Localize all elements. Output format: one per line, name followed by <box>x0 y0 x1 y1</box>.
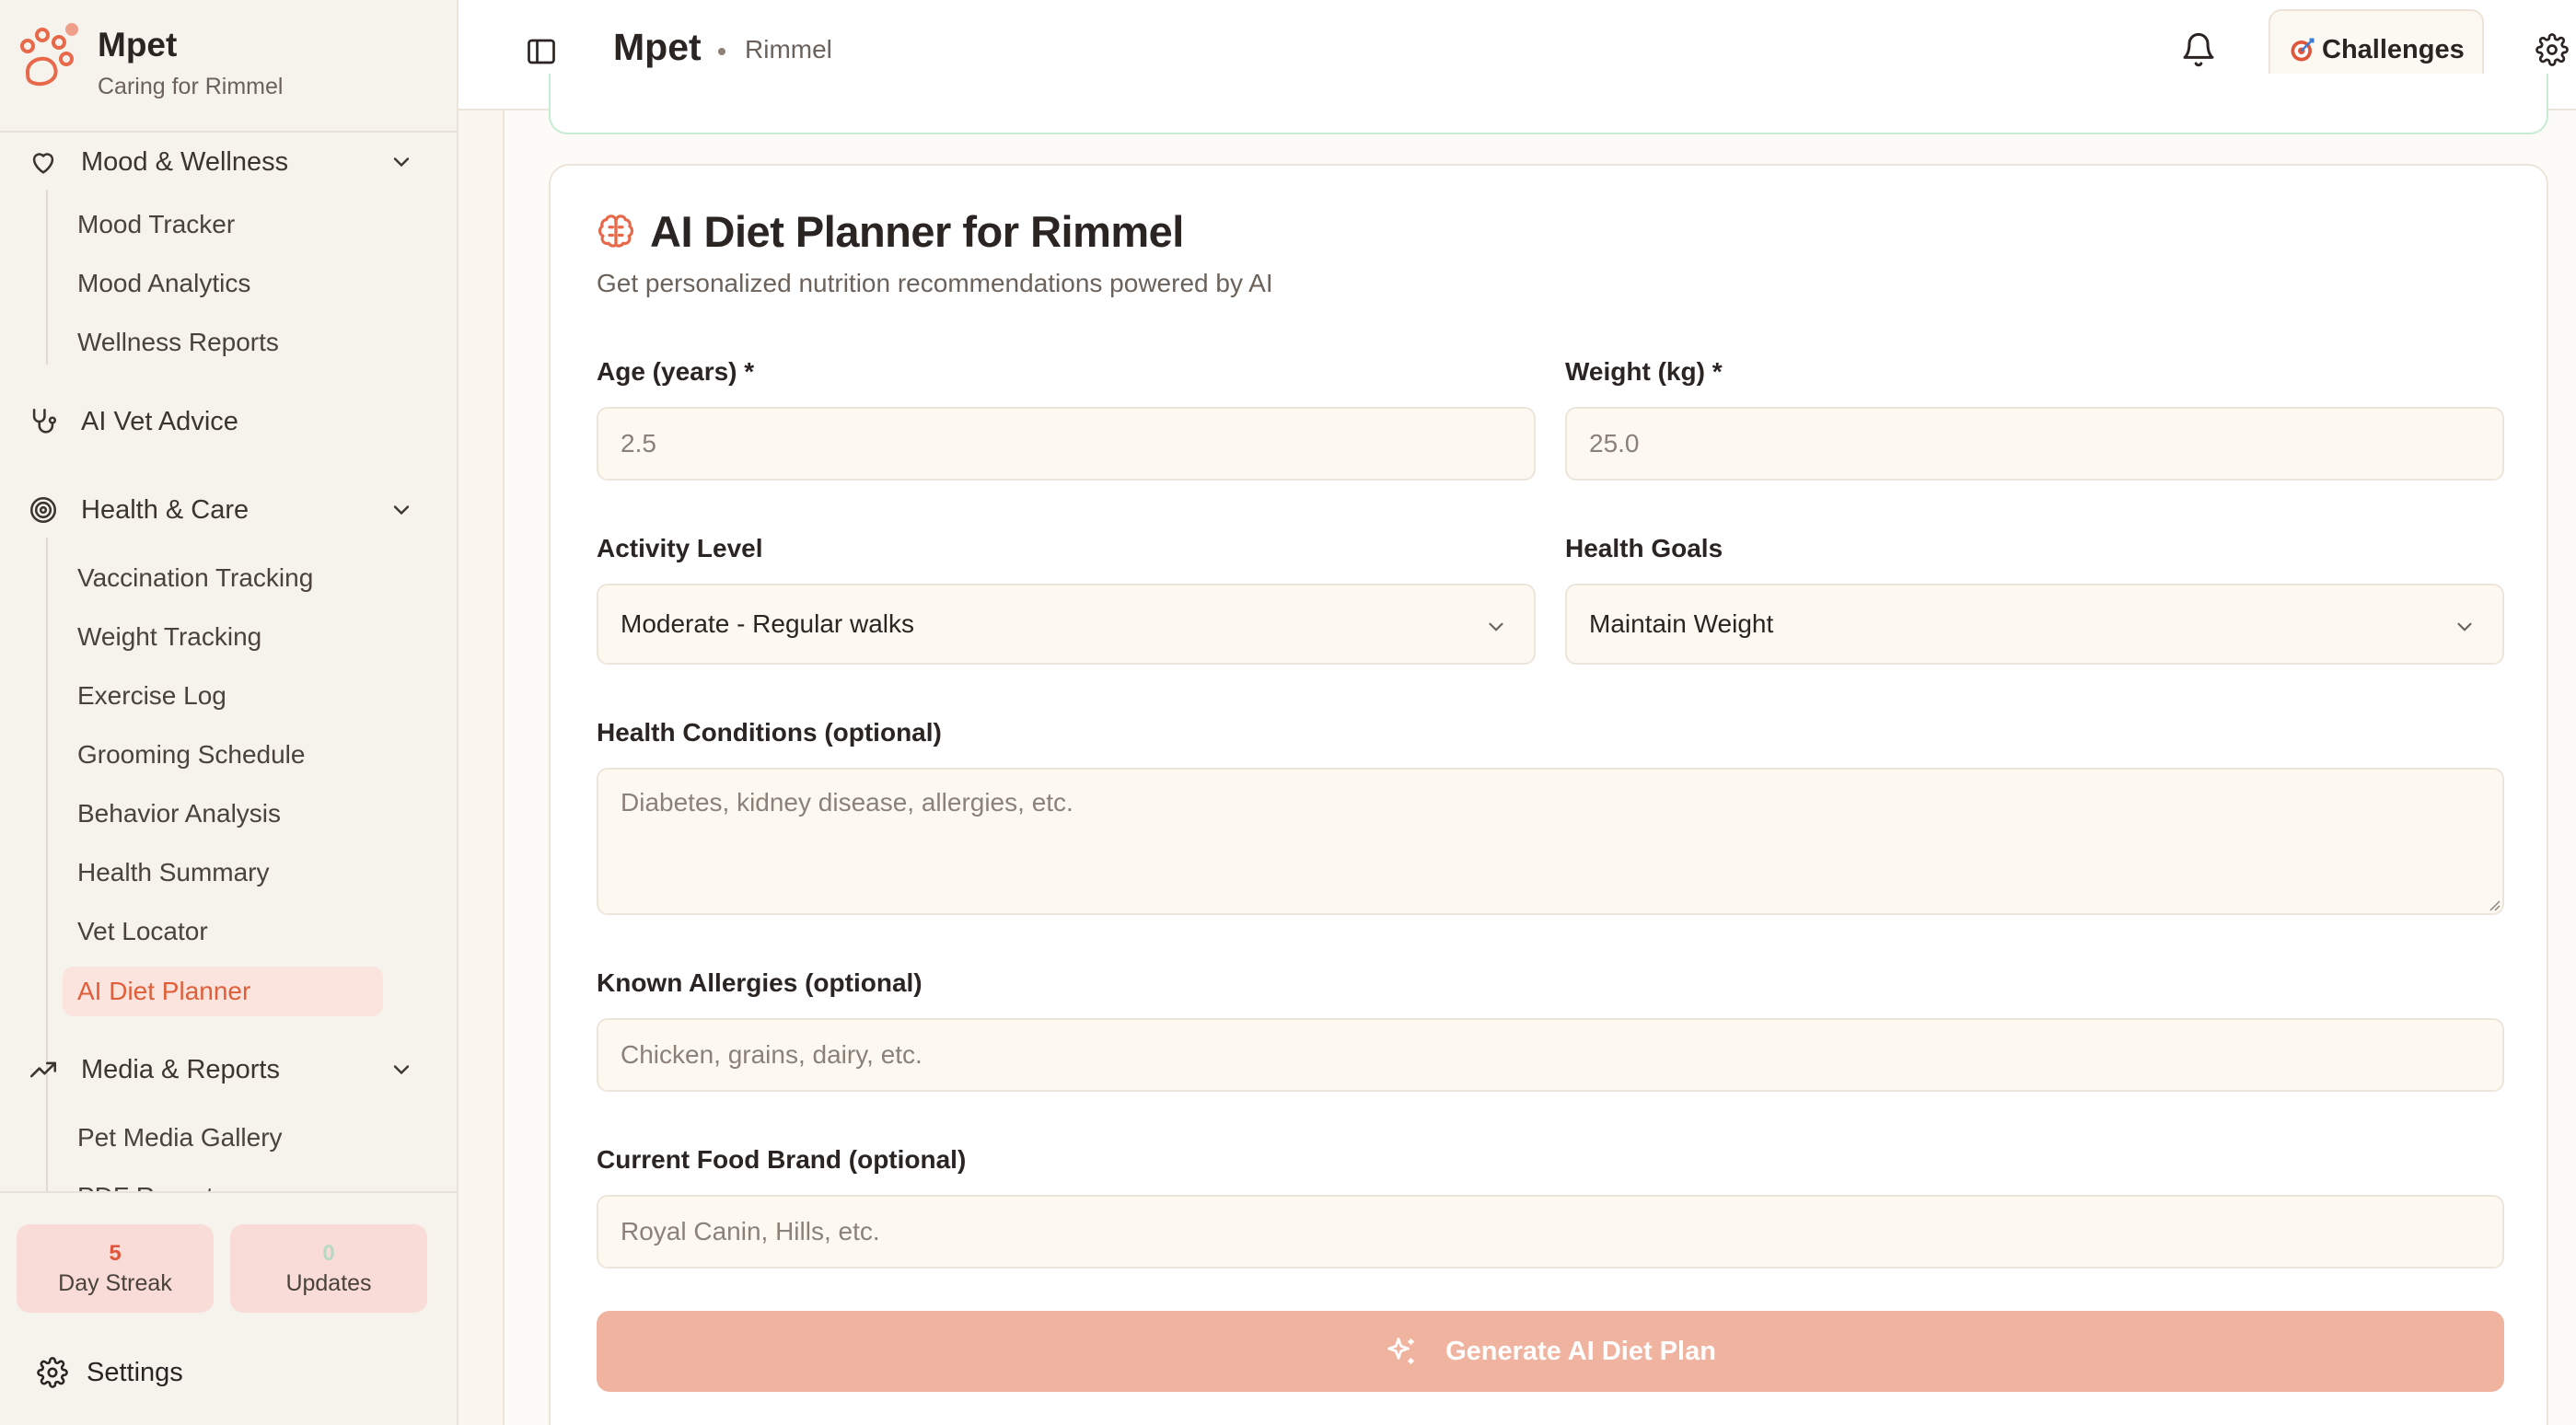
allergies-label: Known Allergies (optional) <box>597 968 922 997</box>
stethoscope-icon <box>32 408 57 434</box>
card-description: Get personalized nutrition recommendatio… <box>597 269 1273 297</box>
brand-subtitle: Caring for Rimmel <box>98 74 284 99</box>
challenges-label: Challenges <box>2322 34 2465 64</box>
heart-icon <box>32 153 54 174</box>
sidebar-group-label: Health & Care <box>81 494 249 525</box>
resize-grip-icon[interactable] <box>2486 897 2501 911</box>
sidebar-nav[interactable]: Mood & Wellness Mood Tracker Mood Analyt… <box>0 134 457 1191</box>
settings-label: Settings <box>87 1357 183 1387</box>
sidebar-item-ai-diet-planner[interactable]: AI Diet Planner <box>63 967 383 1016</box>
chevron-down-icon[interactable] <box>389 1057 414 1083</box>
weight-label: Weight (kg) * <box>1565 357 1723 386</box>
sidebar-item-ai-vet-advice[interactable]: AI Vet Advice <box>28 394 414 449</box>
health-goals-value: Maintain Weight <box>1589 609 1774 638</box>
activity-level-label: Activity Level <box>597 534 763 562</box>
streak-count: 5 <box>109 1241 122 1266</box>
activity-level-value: Moderate - Regular walks <box>621 609 915 638</box>
chevron-down-icon <box>1489 622 1503 631</box>
streak-card: 5 Day Streak <box>17 1224 214 1313</box>
brain-icon <box>598 214 634 248</box>
brand-name: Mpet <box>98 26 178 64</box>
target-icon <box>29 496 57 524</box>
chevron-down-icon <box>2457 622 2472 631</box>
sidebar-item-vet-locator[interactable]: Vet Locator <box>77 917 208 946</box>
generate-diet-plan-label: Generate AI Diet Plan <box>1445 1336 1716 1366</box>
chevron-down-icon[interactable] <box>389 497 414 523</box>
activity-level-select[interactable]: Moderate - Regular walks <box>597 584 1536 665</box>
bell-icon[interactable] <box>2180 31 2217 68</box>
health-conditions-label: Health Conditions (optional) <box>597 718 942 747</box>
updates-card: 0 Updates <box>230 1224 427 1313</box>
updates-label: Updates <box>285 1270 372 1296</box>
gear-icon[interactable] <box>2535 33 2569 66</box>
breadcrumb-pet-name: Rimmel <box>745 35 832 64</box>
sidebar-item-exercise-log[interactable]: Exercise Log <box>77 681 226 711</box>
sidebar-group-label: Mood & Wellness <box>81 146 289 177</box>
sidebar-item-behavior-analysis[interactable]: Behavior Analysis <box>77 799 281 828</box>
sidebar: Mpet Caring for Rimmel Mood & Wellness M… <box>0 0 458 1425</box>
health-conditions-textarea[interactable] <box>597 768 2504 915</box>
dart-target-icon <box>2291 38 2315 62</box>
allergies-input[interactable] <box>597 1018 2504 1092</box>
sidebar-group-health-care[interactable]: Health & Care <box>28 482 414 538</box>
generate-diet-plan-button[interactable]: Generate AI Diet Plan <box>597 1311 2504 1392</box>
sidebar-item-grooming-schedule[interactable]: Grooming Schedule <box>77 740 305 770</box>
sidebar-stats: 5 Day Streak 0 Updates Settings <box>0 1191 457 1425</box>
breadcrumb-separator <box>718 48 725 55</box>
food-brand-input[interactable] <box>597 1195 2504 1269</box>
sidebar-item-vaccination-tracking[interactable]: Vaccination Tracking <box>77 563 313 593</box>
brand-header: Mpet Caring for Rimmel <box>0 0 457 133</box>
sidebar-sub-divider <box>46 190 48 365</box>
sidebar-item-health-summary[interactable]: Health Summary <box>77 858 270 887</box>
sidebar-group-label: Media & Reports <box>81 1054 280 1084</box>
sidebar-item-mood-tracker[interactable]: Mood Tracker <box>77 210 235 239</box>
sidebar-group-media-reports[interactable]: Media & Reports <box>28 1042 414 1097</box>
age-label: Age (years) * <box>597 357 755 386</box>
health-goals-select[interactable]: Maintain Weight <box>1565 584 2504 665</box>
food-brand-label: Current Food Brand (optional) <box>597 1145 967 1174</box>
streak-label: Day Streak <box>58 1270 172 1296</box>
sidebar-item-pet-media-gallery[interactable]: Pet Media Gallery <box>77 1123 283 1153</box>
sparkles-icon <box>1387 1338 1414 1364</box>
card-title: AI Diet Planner for Rimmel <box>650 207 1184 256</box>
updates-count: 0 <box>322 1241 335 1266</box>
sidebar-item-mood-analytics[interactable]: Mood Analytics <box>77 269 250 298</box>
sidebar-item-wellness-reports[interactable]: Wellness Reports <box>77 328 279 357</box>
previous-card-edge <box>549 74 2548 134</box>
sidebar-group-mood-wellness[interactable]: Mood & Wellness <box>28 134 414 190</box>
trending-up-icon <box>29 1061 57 1078</box>
content-gutter <box>458 110 505 1425</box>
health-goals-label: Health Goals <box>1565 534 1723 562</box>
ai-diet-planner-card: AI Diet Planner for Rimmel Get personali… <box>549 164 2548 1425</box>
paw-logo-icon <box>20 23 78 87</box>
sidebar-toggle-icon[interactable] <box>525 35 558 68</box>
gear-icon <box>37 1357 68 1388</box>
weight-input[interactable] <box>1565 407 2504 481</box>
age-input[interactable] <box>597 407 1536 481</box>
sidebar-group-label: AI Vet Advice <box>81 406 238 436</box>
settings-link[interactable]: Settings <box>37 1357 183 1388</box>
chevron-down-icon[interactable] <box>389 149 414 175</box>
card-header: AI Diet Planner for Rimmel <box>597 206 1184 257</box>
page-title: Mpet <box>613 26 702 68</box>
sidebar-sub-divider <box>46 1097 48 1191</box>
sidebar-item-pdf-reports[interactable]: PDF Reports <box>77 1182 226 1191</box>
sidebar-item-weight-tracking[interactable]: Weight Tracking <box>77 622 261 652</box>
